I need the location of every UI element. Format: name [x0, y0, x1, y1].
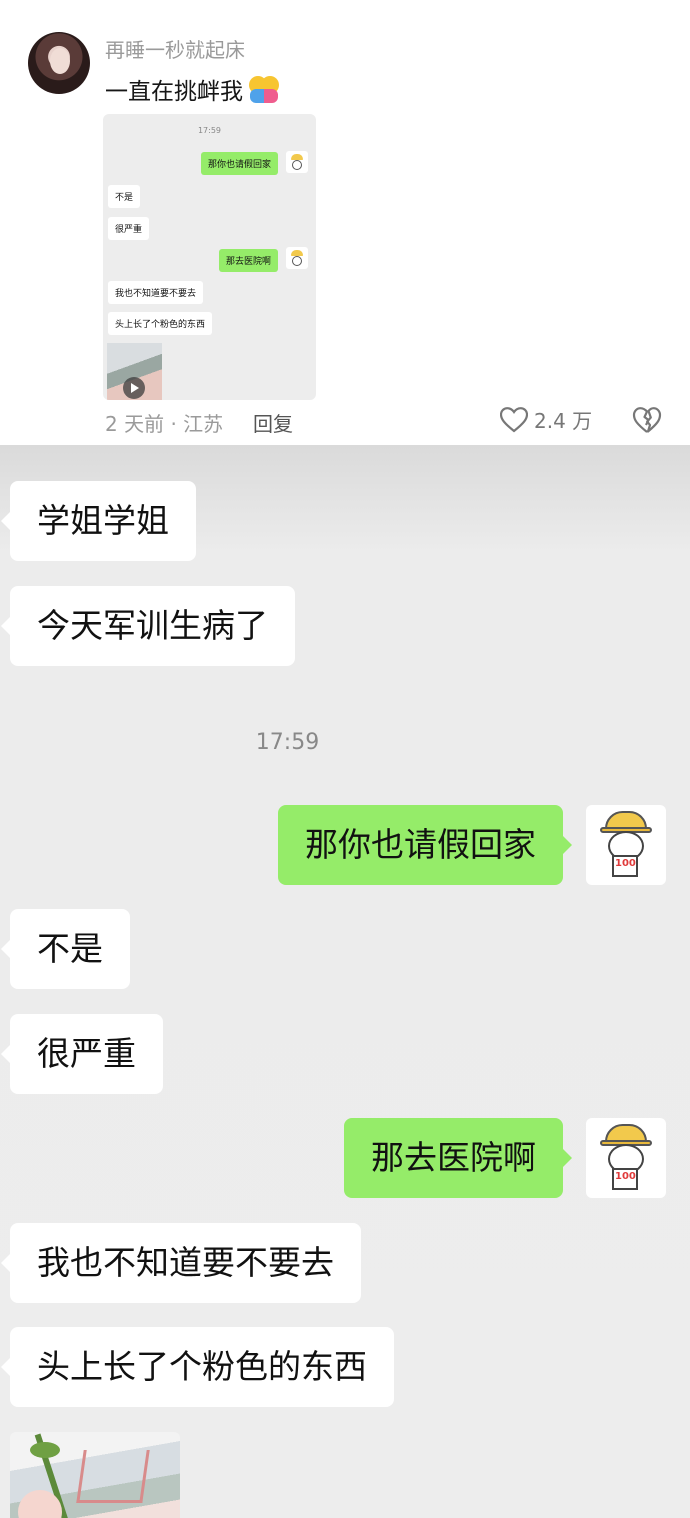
outgoing-message: 那你也请假回家 [278, 805, 572, 885]
reply-button[interactable]: 回复 [253, 408, 293, 437]
comment-text: 一直在挑衅我 [105, 72, 281, 106]
incoming-message: 今天军训生病了 [1, 586, 295, 666]
thumb-avatar [286, 247, 308, 269]
thumb-message: 那去医院啊 [218, 249, 278, 272]
sender-avatar: 100 [586, 805, 666, 885]
thumb-message: 那你也请假回家 [200, 152, 278, 175]
sender-avatar: 100 [586, 1118, 666, 1198]
avatar-badge: 100 [615, 1171, 636, 1182]
thumb-timestamp: 17:59 [197, 126, 222, 135]
play-icon [123, 377, 145, 399]
comment-username[interactable]: 再睡一秒就起床 [105, 34, 245, 63]
chat-timestamp: 17:59 [255, 730, 320, 755]
comment-meta: 2 天前 · 江苏 [105, 412, 224, 436]
incoming-message: 学姐学姐 [1, 481, 196, 561]
thumb-message: 很严重 [108, 217, 150, 240]
chat-screenshot: 学姐学姐 今天军训生病了 17:59 那你也请假回家 100 不是 很严重 那去… [0, 445, 690, 1518]
incoming-message: 很严重 [1, 1014, 163, 1094]
thumb-message: 头上长了个粉色的东西 [108, 312, 213, 335]
thumb-video [107, 343, 162, 400]
like-count: 2.4 万 [534, 409, 593, 433]
incoming-message: 头上长了个粉色的东西 [1, 1327, 394, 1407]
incoming-message: 不是 [1, 909, 130, 989]
people-hugging-emoji [247, 74, 281, 104]
comment-image-thumbnail[interactable]: 17:59 那你也请假回家 不是 很严重 那去医院啊 我也不知道要不要去 头上长… [103, 114, 316, 400]
user-avatar[interactable] [28, 32, 90, 94]
comment-card: 再睡一秒就起床 一直在挑衅我 17:59 那你也请假回家 不是 很严重 那去医院… [0, 0, 690, 445]
comment-body: 一直在挑衅我 [105, 79, 243, 105]
shared-image[interactable] [10, 1432, 180, 1518]
thumb-message: 我也不知道要不要去 [108, 281, 204, 304]
broken-heart-icon [632, 407, 662, 433]
like-button[interactable]: 2.4 万 [500, 405, 592, 434]
thumb-avatar [286, 151, 308, 173]
thumb-message: 不是 [108, 185, 141, 208]
avatar-badge: 100 [615, 858, 636, 869]
incoming-message: 我也不知道要不要去 [1, 1223, 361, 1303]
dislike-button[interactable] [632, 406, 662, 438]
heart-icon [500, 406, 528, 432]
outgoing-message: 那去医院啊 [344, 1118, 572, 1198]
